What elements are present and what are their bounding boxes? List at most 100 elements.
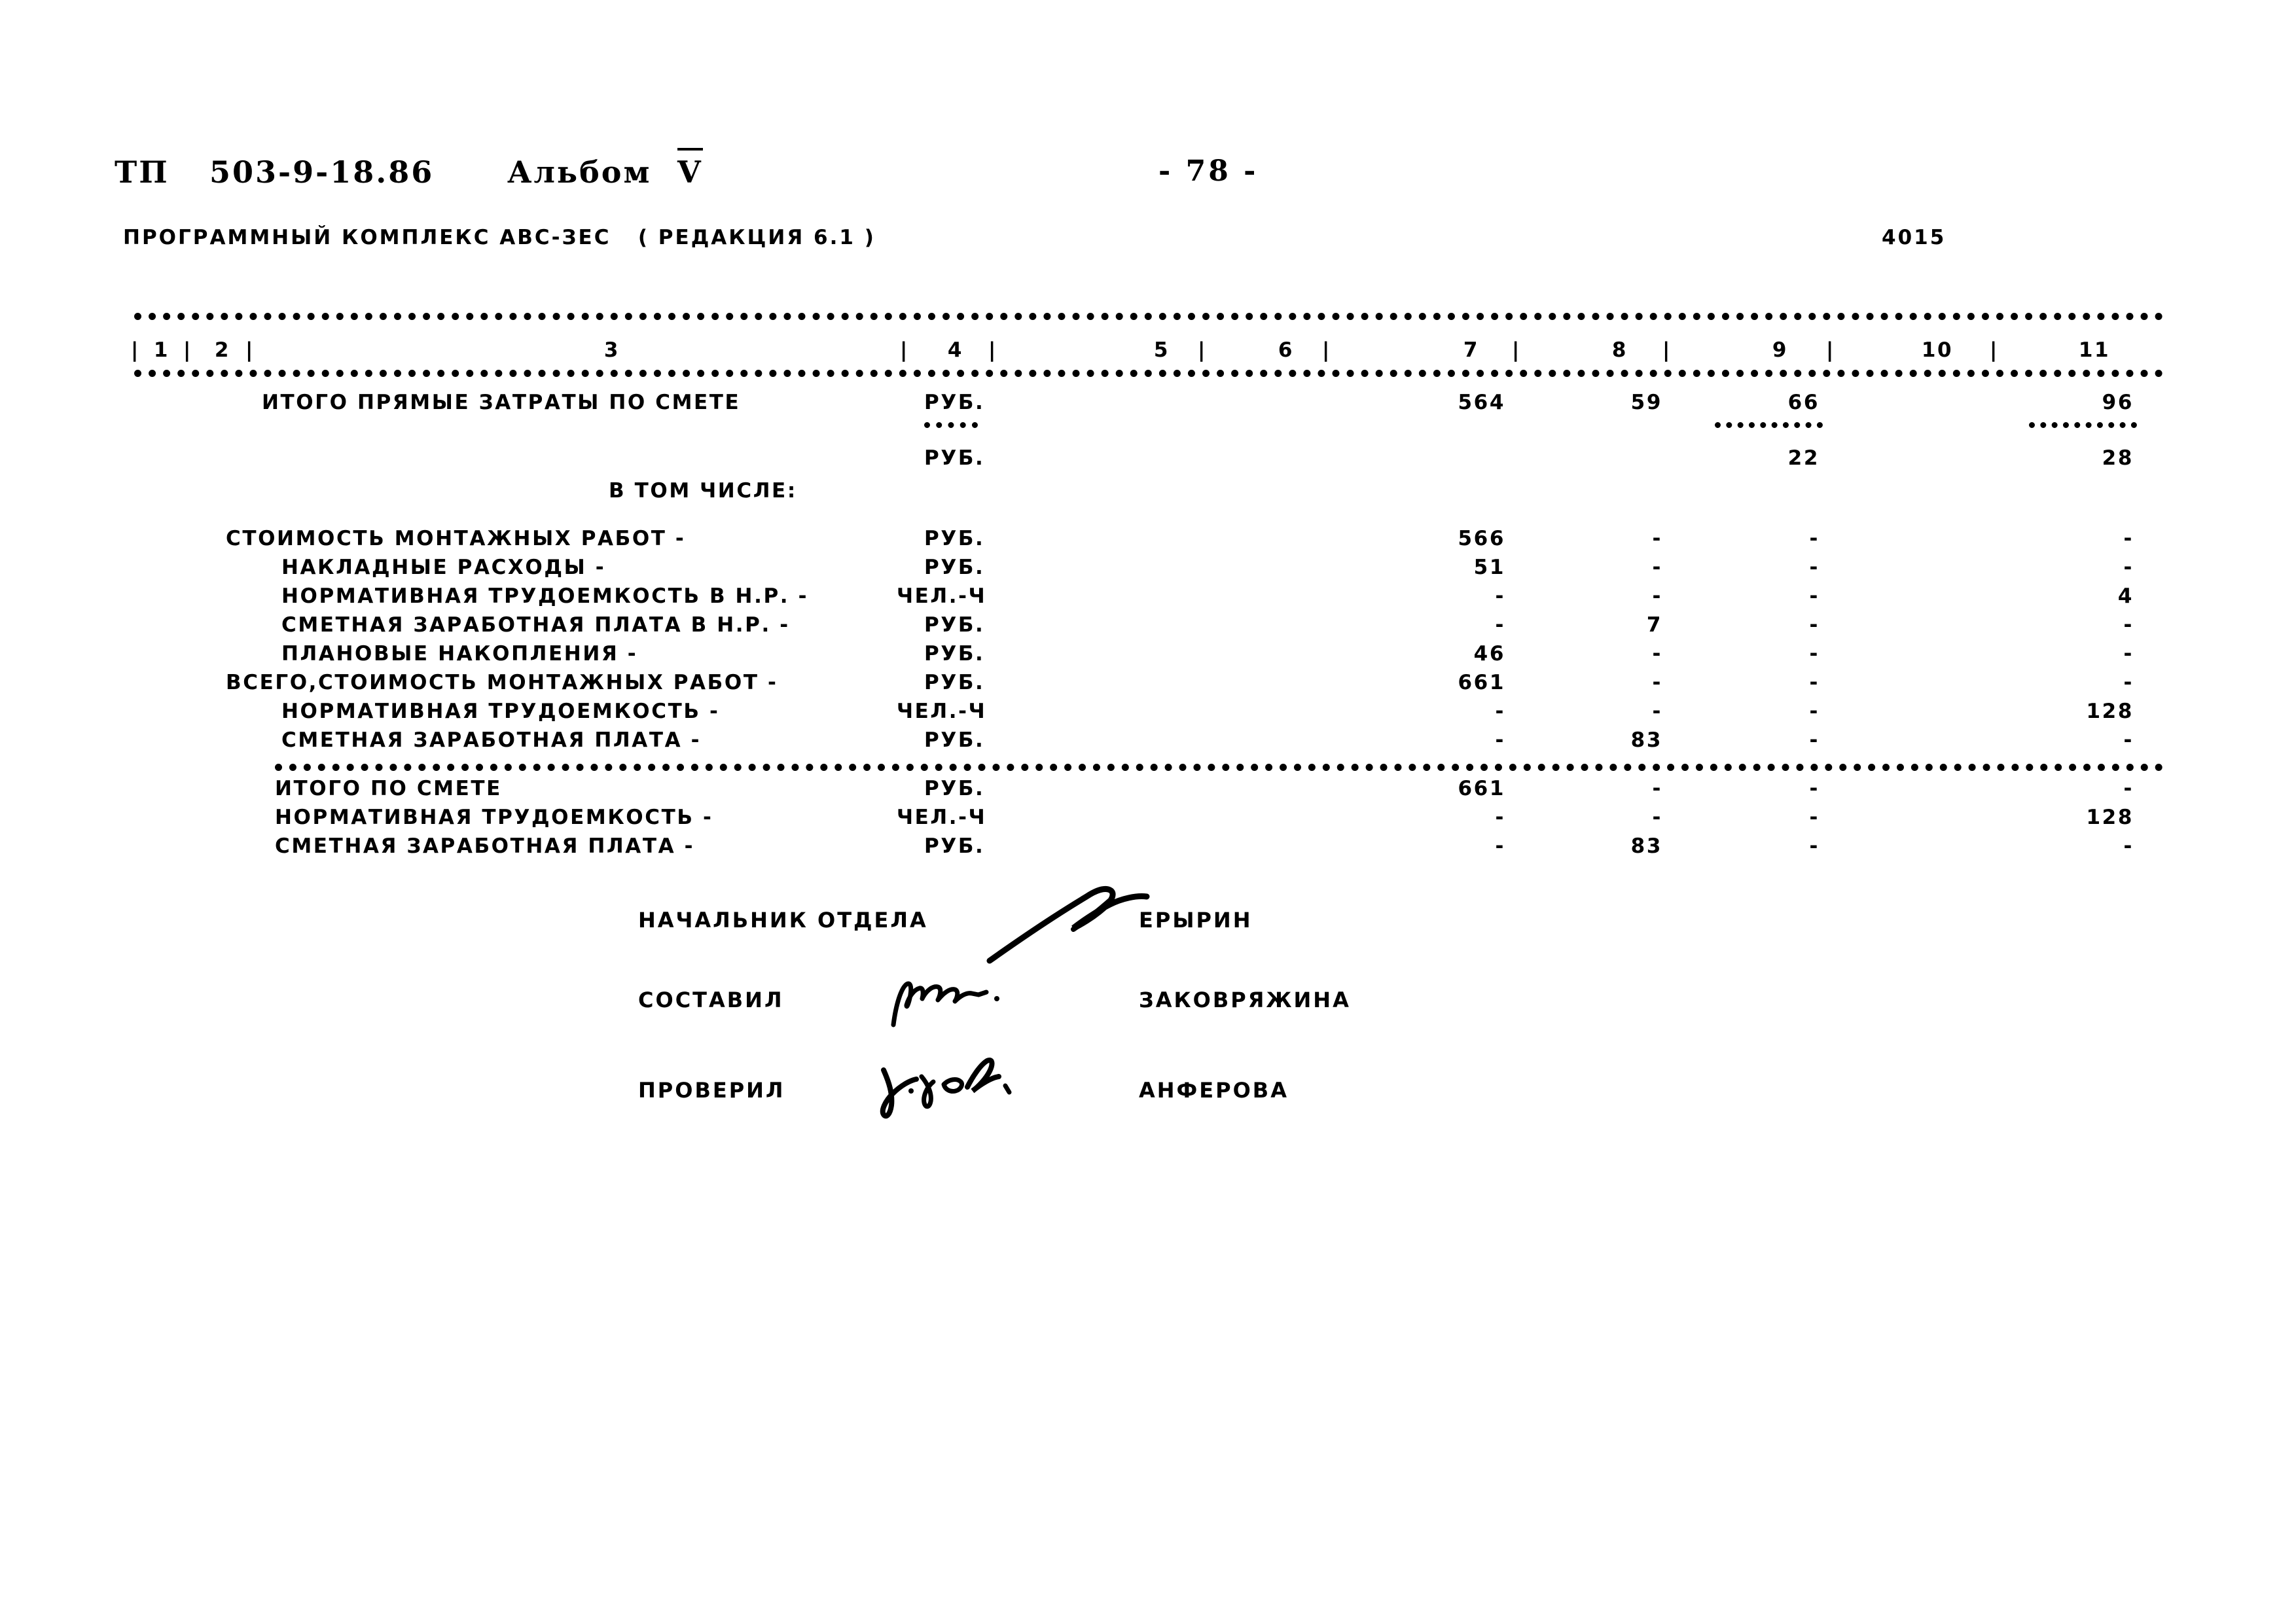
row-c7: -: [1495, 584, 1505, 608]
row-c11: 4: [2117, 584, 2134, 608]
doc-number: 4015: [1882, 226, 1946, 249]
signature-name: ЗАКОВРЯЖИНА: [1139, 988, 1351, 1012]
signature-scribble: [880, 1058, 1012, 1119]
footer-row-c11: -: [2123, 834, 2134, 858]
col-sep: |: [245, 338, 255, 362]
col-sep: |: [131, 338, 140, 362]
col-number-1: 1: [153, 338, 170, 362]
col-sep: |: [1662, 338, 1672, 362]
row-c8: -: [1652, 556, 1662, 579]
total-direct-sub-c9: 22: [1787, 446, 1820, 470]
row-c11: -: [2123, 613, 2134, 637]
total-direct-c11-underline: [2029, 422, 2137, 428]
row-c8: -: [1652, 642, 1662, 666]
row-c9: -: [1809, 642, 1820, 666]
footer-row-unit: РУБ.: [924, 834, 985, 858]
unit-underline-dashes: [924, 422, 978, 428]
signature-scribble: [891, 981, 999, 1027]
total-direct-c9: 66: [1787, 391, 1820, 414]
total-direct-sub-c11: 28: [2102, 446, 2134, 470]
col-sep: |: [988, 338, 997, 362]
col-sep: |: [1198, 338, 1207, 362]
total-direct-c8: 59: [1630, 391, 1662, 414]
table-footer-rule: [275, 764, 2163, 771]
col-number-2: 2: [214, 338, 231, 362]
col-number-5: 5: [1153, 338, 1170, 362]
document-page: ТП 503-9-18.86 Альбом V - 7 8 - ПРОГРАММН…: [0, 0, 2296, 1623]
col-sep: |: [1990, 338, 1999, 362]
row-label: ВСЕГО,СТОИМОСТЬ МОНТАЖНЫХ РАБОТ -: [226, 671, 778, 694]
row-c11: -: [2123, 728, 2134, 752]
row-c9: -: [1809, 671, 1820, 694]
col-number-6: 6: [1278, 338, 1295, 362]
total-direct-c7: 564: [1458, 391, 1505, 414]
footer-row-c7: -: [1495, 806, 1505, 829]
row-c9: -: [1809, 527, 1820, 550]
col-sep: |: [183, 338, 192, 362]
row-c9: -: [1809, 700, 1820, 723]
signature-role: СОСТАВИЛ: [638, 988, 784, 1012]
row-c11: -: [2123, 642, 2134, 666]
album-number-overline: [677, 148, 703, 151]
col-number-8: 8: [1611, 338, 1628, 362]
col-sep: |: [1826, 338, 1835, 362]
row-c7: 566: [1458, 527, 1505, 550]
col-number-10: 10: [1921, 338, 1954, 362]
col-number-7: 7: [1463, 338, 1480, 362]
row-c9: -: [1809, 613, 1820, 637]
row-label: СТОИМОСТЬ МОНТАЖНЫХ РАБОТ -: [226, 527, 686, 550]
footer-row-c7: -: [1495, 834, 1505, 858]
album-number: V: [677, 148, 703, 187]
row-c7: -: [1495, 728, 1505, 752]
footer-row-c11: 128: [2086, 806, 2134, 829]
total-direct-c11: 96: [2102, 391, 2134, 414]
row-c8: -: [1652, 671, 1662, 694]
col-sep: |: [1322, 338, 1331, 362]
footer-row-c9: -: [1809, 834, 1820, 858]
total-direct-unit: РУБ.: [924, 391, 985, 414]
row-c7: 661: [1458, 671, 1505, 694]
row-c9: -: [1809, 728, 1820, 752]
row-unit: РУБ.: [924, 671, 985, 694]
signature-name: АНФЕРОВА: [1139, 1078, 1289, 1103]
signature-name: ЕРЫРИН: [1139, 908, 1253, 933]
row-c11: -: [2123, 556, 2134, 579]
software-line: ПРОГРАММНЫЙ КОМПЛЕКС АВС-ЗЕС ( РЕДАКЦИЯ …: [123, 226, 876, 249]
row-c7: 51: [1473, 556, 1505, 579]
row-c8: 83: [1630, 728, 1662, 752]
row-c11: -: [2123, 527, 2134, 550]
row-c8: -: [1652, 527, 1662, 550]
row-label: СМЕТНАЯ ЗАРАБОТНАЯ ПЛАТА В Н.Р. -: [281, 613, 790, 637]
col-number-4: 4: [947, 338, 964, 362]
series-label: ТП: [115, 154, 170, 190]
row-label: ПЛАНОВЫЕ НАКОПЛЕНИЯ -: [281, 642, 638, 666]
col-number-9: 9: [1772, 338, 1789, 362]
row-c7: 46: [1473, 642, 1505, 666]
row-c11: 128: [2086, 700, 2134, 723]
row-unit: РУБ.: [924, 728, 985, 752]
row-label: НОРМАТИВНАЯ ТРУДОЕМКОСТЬ В Н.Р. -: [281, 584, 809, 608]
col-number-11: 11: [2078, 338, 2111, 362]
row-c7: -: [1495, 700, 1505, 723]
row-c8: 7: [1646, 613, 1662, 637]
total-direct-c9-underline: [1715, 422, 1823, 428]
col-number-3: 3: [603, 338, 620, 362]
footer-row-label: ИТОГО ПО СМЕТЕ: [275, 777, 502, 800]
row-unit: РУБ.: [924, 613, 985, 637]
signature-role: НАЧАЛЬНИК ОТДЕЛА: [638, 908, 928, 933]
footer-row-label: НОРМАТИВНАЯ ТРУДОЕМКОСТЬ -: [275, 806, 713, 829]
row-label: НОРМАТИВНАЯ ТРУДОЕМКОСТЬ -: [281, 700, 720, 723]
series-code: 503-9-18.86: [209, 154, 435, 190]
album-word: Альбом: [507, 154, 652, 190]
row-unit: РУБ.: [924, 556, 985, 579]
row-c8: -: [1652, 584, 1662, 608]
row-c11: -: [2123, 671, 2134, 694]
row-c9: -: [1809, 556, 1820, 579]
footer-row-label: СМЕТНАЯ ЗАРАБОТНАЯ ПЛАТА -: [275, 834, 695, 858]
footer-row-c8: -: [1652, 806, 1662, 829]
footer-row-c7: 661: [1458, 777, 1505, 800]
row-unit: РУБ.: [924, 642, 985, 666]
row-unit: ЧЕЛ.-Ч: [897, 584, 987, 608]
footer-row-unit: РУБ.: [924, 777, 985, 800]
col-sep: |: [1512, 338, 1521, 362]
